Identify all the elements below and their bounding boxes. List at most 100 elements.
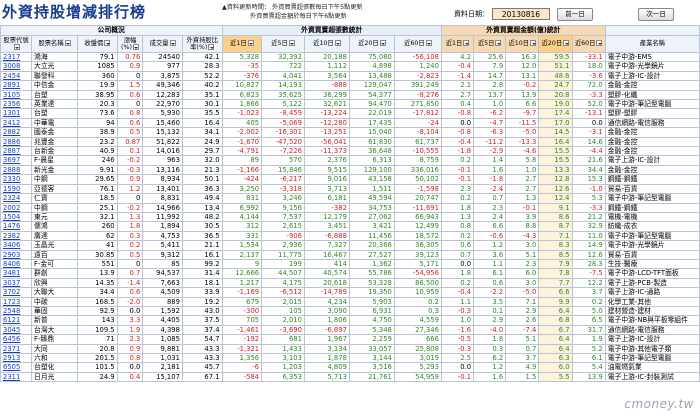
- filter-dropdown-icon[interactable]: [64, 40, 71, 47]
- column-header[interactable]: 股票名稱: [31, 35, 79, 53]
- column-header[interactable]: 股票代號: [0, 35, 33, 53]
- stock-code-link[interactable]: 3697: [0, 155, 33, 166]
- column-header[interactable]: 近10日: [303, 35, 350, 53]
- table-cell: 50.1: [181, 174, 223, 185]
- stock-code-link[interactable]: 3045: [0, 324, 33, 336]
- stock-code-link[interactable]: 2913: [0, 352, 33, 364]
- filter-dropdown-icon[interactable]: [563, 40, 570, 47]
- stock-code-link[interactable]: 2317: [0, 51, 33, 63]
- table-cell: 0.0: [571, 117, 606, 129]
- stock-code-link[interactable]: 1590: [0, 183, 33, 195]
- table-cell: 0.87: [116, 136, 144, 148]
- column-header[interactable]: 近20日: [348, 35, 395, 53]
- table-cell: 29.65: [77, 174, 118, 185]
- filter-dropdown-icon[interactable]: [596, 40, 603, 47]
- stock-code-link[interactable]: 6505: [0, 362, 33, 373]
- column-header[interactable]: 近5日: [473, 35, 507, 53]
- stock-code-link[interactable]: 6121: [0, 315, 33, 326]
- filter-dropdown-icon[interactable]: [208, 44, 215, 50]
- table-row: 1476 儒鴻 260 1.8 1,894 30.5 312 2,615 3,451 3,421 1…: [0, 221, 700, 232]
- filter-dropdown-icon[interactable]: [13, 44, 20, 50]
- stock-code-link[interactable]: 3037: [0, 277, 33, 289]
- table-cell: 6,313: [348, 155, 395, 166]
- column-header[interactable]: 近60日: [571, 35, 606, 53]
- filter-dropdown-icon[interactable]: [288, 40, 295, 47]
- column-header[interactable]: 漲幅(%): [116, 35, 144, 53]
- stock-code-link[interactable]: 2356: [0, 99, 33, 110]
- table-row: 3702 大聯大 34.4 0.6 4,509 33.9 -1,169 -6,512 -14,7…: [0, 287, 700, 298]
- stock-code-link[interactable]: 3406: [0, 240, 33, 251]
- stock-code-link[interactable]: 3702: [0, 287, 33, 298]
- table-cell: 8.3: [538, 240, 573, 251]
- table-cell: 3.7: [571, 287, 606, 298]
- stock-code-link[interactable]: 6456: [0, 334, 33, 345]
- stock-code-link[interactable]: 2882: [0, 127, 33, 138]
- column-header[interactable]: 近20日: [538, 35, 573, 53]
- stock-code-link[interactable]: 1504: [0, 211, 33, 223]
- date-input[interactable]: 20130816: [492, 8, 550, 20]
- column-header[interactable]: 成交量: [142, 35, 183, 53]
- table-cell: 15,040: [348, 127, 395, 138]
- stock-code-link[interactable]: 1476: [0, 221, 33, 232]
- stock-code-link[interactable]: 2454: [0, 70, 33, 82]
- table-cell: -1.8: [440, 146, 475, 157]
- stock-code-link[interactable]: 3481: [0, 268, 33, 279]
- stock-code-link[interactable]: 3105: [0, 89, 33, 101]
- prev-day-button[interactable]: 前一日: [557, 8, 593, 21]
- table-cell: 109.5: [77, 324, 118, 336]
- stock-code-link[interactable]: 2548: [0, 305, 33, 317]
- table-cell: 43.0: [181, 305, 223, 317]
- stock-code-link[interactable]: 2002: [0, 202, 33, 213]
- filter-dropdown-icon[interactable]: [530, 40, 537, 47]
- stock-code-link[interactable]: 2886: [0, 136, 33, 148]
- filter-dropdown-icon[interactable]: [247, 40, 254, 47]
- stock-code-link[interactable]: 2887: [0, 146, 33, 157]
- table-cell: 12.6: [571, 249, 606, 260]
- stock-code-link[interactable]: 2311: [0, 371, 33, 383]
- column-header[interactable]: 外資持股比率(%): [181, 35, 223, 53]
- stock-code-link[interactable]: 8406: [0, 258, 33, 270]
- filter-dropdown-icon[interactable]: [104, 40, 111, 47]
- stock-code-link[interactable]: 2330: [0, 174, 33, 185]
- table-row: 2324 仁寶 18.5 0 8,831 49.4 831 3,246 6,181 49,594 2…: [0, 193, 700, 204]
- stock-code-link[interactable]: 1301: [0, 108, 33, 119]
- stock-code-link[interactable]: 2903: [0, 249, 33, 260]
- filter-dropdown-icon[interactable]: [425, 40, 432, 47]
- industry-name: 電子中游-光學鏡片: [604, 240, 700, 251]
- column-header-label: 近5日: [271, 40, 288, 48]
- column-header[interactable]: 近10日: [505, 35, 540, 53]
- column-header[interactable]: 近1日: [440, 35, 475, 53]
- column-header[interactable]: 近1日: [221, 35, 263, 53]
- table-cell: 1.8: [440, 268, 475, 279]
- stock-code-link[interactable]: 2324: [0, 193, 33, 204]
- filter-dropdown-icon[interactable]: [463, 40, 470, 47]
- stock-code-link[interactable]: 2891: [0, 80, 33, 91]
- table-cell: 4.9: [505, 362, 540, 373]
- table-cell: -6,888: [303, 230, 350, 242]
- stock-code-link[interactable]: 2382: [0, 230, 33, 242]
- table-cell: 1.0: [505, 164, 540, 176]
- table-cell: 3,090: [303, 305, 350, 317]
- filter-dropdown-icon[interactable]: [379, 40, 386, 47]
- filter-dropdown-icon[interactable]: [495, 40, 502, 47]
- filter-dropdown-icon[interactable]: [169, 40, 176, 47]
- stock-code-link[interactable]: 2371: [0, 343, 33, 355]
- table-cell: 8.7: [538, 221, 573, 232]
- table-cell: 5,930: [142, 108, 183, 119]
- table-cell: 7.9: [538, 258, 573, 270]
- table-cell: 19,350: [348, 287, 395, 298]
- filter-dropdown-icon[interactable]: [334, 40, 341, 47]
- stock-code-link[interactable]: 1723: [0, 296, 33, 307]
- next-day-button[interactable]: 次一日: [638, 8, 674, 21]
- stock-code-link[interactable]: 2412: [0, 117, 33, 129]
- industry-name: 電子中游-筆記型電腦: [604, 230, 700, 242]
- column-header[interactable]: 近5日: [261, 35, 305, 53]
- table-cell: 34.4: [77, 287, 118, 298]
- stock-code-link[interactable]: 2888: [0, 164, 33, 176]
- filter-dropdown-icon[interactable]: [132, 44, 139, 50]
- table-cell: 1,203: [261, 362, 305, 373]
- table-cell: 5.4: [571, 362, 606, 373]
- column-header[interactable]: 近60日: [393, 35, 442, 53]
- stock-code-link[interactable]: 3008: [0, 61, 33, 72]
- column-header[interactable]: 收盤價: [77, 35, 118, 53]
